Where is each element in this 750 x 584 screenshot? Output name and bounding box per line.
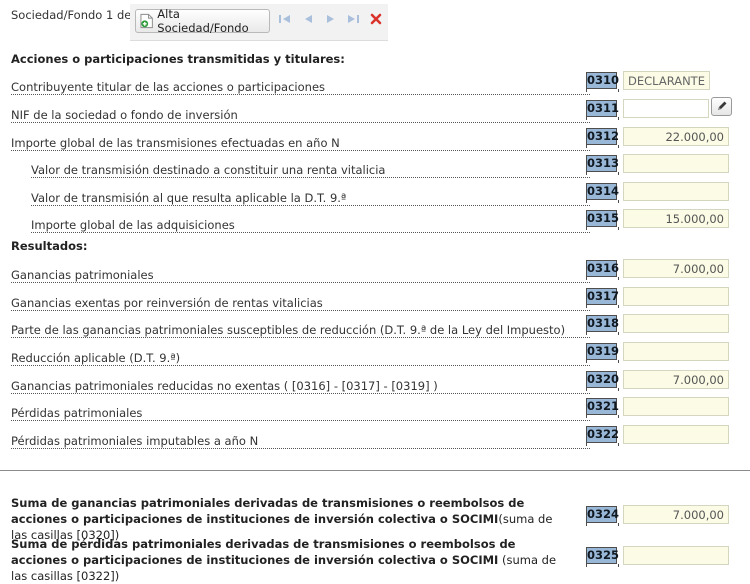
row-label: Importe global de las transmisiones efec… bbox=[11, 136, 590, 151]
row-label: Valor de transmisión destinado a constit… bbox=[31, 163, 590, 178]
row-0317: Ganancias exentas por reinversión de ren… bbox=[0, 286, 750, 314]
box-code: 0312 bbox=[586, 128, 620, 145]
row-0312: Importe global de las transmisiones efec… bbox=[0, 126, 750, 154]
previous-record-icon[interactable] bbox=[301, 12, 315, 26]
pencil-icon bbox=[718, 101, 727, 110]
row-0313: Valor de transmisión destinado a constit… bbox=[0, 153, 750, 181]
row-0321: Pérdidas patrimoniales 0321 bbox=[0, 396, 750, 424]
row-0315: Importe global de las adquisiciones 0315… bbox=[0, 208, 750, 236]
box-code-stem bbox=[586, 443, 619, 446]
box-code: 0315 bbox=[586, 210, 620, 227]
suma-perdidas-field[interactable] bbox=[623, 546, 729, 565]
row-label: Pérdidas patrimoniales imputables a año … bbox=[11, 434, 590, 449]
row-label: Parte de las ganancias patrimoniales sus… bbox=[11, 323, 590, 338]
box-code: 0317 bbox=[586, 288, 620, 305]
box-code: 0310 bbox=[586, 72, 620, 89]
section-divider bbox=[0, 470, 750, 471]
ganancias-field[interactable]: 7.000,00 bbox=[623, 259, 729, 278]
box-code: 0314 bbox=[586, 183, 620, 200]
row-0318: Parte de las ganancias patrimoniales sus… bbox=[0, 313, 750, 341]
contribuyente-field[interactable]: DECLARANTE bbox=[623, 71, 710, 90]
box-code-stem bbox=[586, 332, 619, 335]
row-0311: NIF de la sociedad o fondo de inversión … bbox=[0, 97, 750, 126]
box-code-stem bbox=[586, 523, 619, 526]
alta-sociedad-label: Alta Sociedad/Fondo bbox=[157, 7, 249, 35]
row-label: Ganancias exentas por reinversión de ren… bbox=[11, 296, 590, 311]
suma-ganancias-field[interactable]: 7.000,00 bbox=[623, 505, 729, 524]
row-label: Ganancias patrimoniales reducidas no exe… bbox=[11, 379, 590, 394]
box-code: 0320 bbox=[586, 371, 620, 388]
alta-sociedad-button[interactable]: Alta Sociedad/Fondo bbox=[135, 7, 270, 35]
importe-adquisiciones-field[interactable]: 15.000,00 bbox=[623, 209, 729, 228]
box-code-stem bbox=[586, 172, 619, 175]
record-toolbar: Alta Sociedad/Fondo bbox=[130, 4, 388, 41]
ganancias-reducidas-field[interactable]: 7.000,00 bbox=[623, 370, 729, 389]
row-0319: Reducción aplicable (D.T. 9.ª) 0319 bbox=[0, 341, 750, 369]
box-code-stem bbox=[586, 564, 619, 567]
row-0324: 0324 7.000,00 bbox=[0, 504, 750, 532]
next-record-icon[interactable] bbox=[324, 12, 338, 26]
box-code: 0316 bbox=[586, 260, 620, 277]
row-label: Ganancias patrimoniales bbox=[11, 268, 590, 283]
delete-record-icon[interactable] bbox=[369, 12, 383, 26]
box-code-stem bbox=[586, 415, 619, 418]
box-code-stem bbox=[586, 200, 619, 203]
box-code-stem bbox=[586, 305, 619, 308]
box-code: 0325 bbox=[586, 547, 620, 564]
box-code-stem bbox=[586, 227, 619, 230]
box-code: 0318 bbox=[586, 315, 620, 332]
row-label: Importe global de las adquisiciones bbox=[31, 218, 590, 233]
box-code-stem bbox=[586, 145, 619, 148]
row-label: Valor de transmisión al que resulta apli… bbox=[31, 191, 590, 206]
box-code: 0321 bbox=[586, 398, 620, 415]
row-0310: Contribuyente titular de las acciones o … bbox=[0, 70, 750, 98]
row-0325: 0325 bbox=[0, 545, 750, 573]
box-code: 0311 bbox=[586, 100, 620, 117]
box-code-stem bbox=[586, 89, 619, 92]
row-label: NIF de la sociedad o fondo de inversión bbox=[11, 108, 590, 123]
box-code: 0313 bbox=[586, 155, 620, 172]
record-counter: Sociedad/Fondo 1 de 1 bbox=[11, 8, 143, 22]
edit-nif-button[interactable] bbox=[711, 97, 732, 116]
box-code: 0319 bbox=[586, 343, 620, 360]
renta-vitalicia-field[interactable] bbox=[623, 154, 729, 173]
row-0314: Valor de transmisión al que resulta apli… bbox=[0, 181, 750, 209]
box-code-stem bbox=[586, 360, 619, 363]
box-code-stem bbox=[586, 117, 619, 120]
reduccion-aplicable-field[interactable] bbox=[623, 342, 729, 361]
first-record-icon[interactable] bbox=[278, 12, 292, 26]
ganancias-exentas-field[interactable] bbox=[623, 287, 729, 306]
importe-transmisiones-field[interactable]: 22.000,00 bbox=[623, 127, 729, 146]
ganancias-reduccion-field[interactable] bbox=[623, 314, 729, 333]
new-document-icon bbox=[140, 13, 153, 29]
box-code-stem bbox=[586, 277, 619, 280]
row-0322: Pérdidas patrimoniales imputables a año … bbox=[0, 424, 750, 452]
row-label: Contribuyente titular de las acciones o … bbox=[11, 80, 590, 95]
row-label: Pérdidas patrimoniales bbox=[11, 406, 590, 421]
box-code-stem bbox=[586, 388, 619, 391]
dt9-valor-field[interactable] bbox=[623, 182, 729, 201]
box-code: 0324 bbox=[586, 506, 620, 523]
last-record-icon[interactable] bbox=[346, 12, 360, 26]
section-heading-resultados: Resultados: bbox=[11, 239, 88, 253]
row-label: Reducción aplicable (D.T. 9.ª) bbox=[11, 351, 590, 366]
box-code: 0322 bbox=[586, 426, 620, 443]
page-header: Sociedad/Fondo 1 de 1 Alta Sociedad/Fond… bbox=[0, 0, 750, 46]
perdidas-imputables-field[interactable] bbox=[623, 425, 729, 444]
row-0316: Ganancias patrimoniales 0316 7.000,00 bbox=[0, 258, 750, 286]
perdidas-field[interactable] bbox=[623, 397, 729, 416]
row-0320: Ganancias patrimoniales reducidas no exe… bbox=[0, 369, 750, 397]
nif-field[interactable] bbox=[623, 99, 709, 118]
section-heading-acciones: Acciones o participaciones transmitidas … bbox=[11, 52, 345, 66]
